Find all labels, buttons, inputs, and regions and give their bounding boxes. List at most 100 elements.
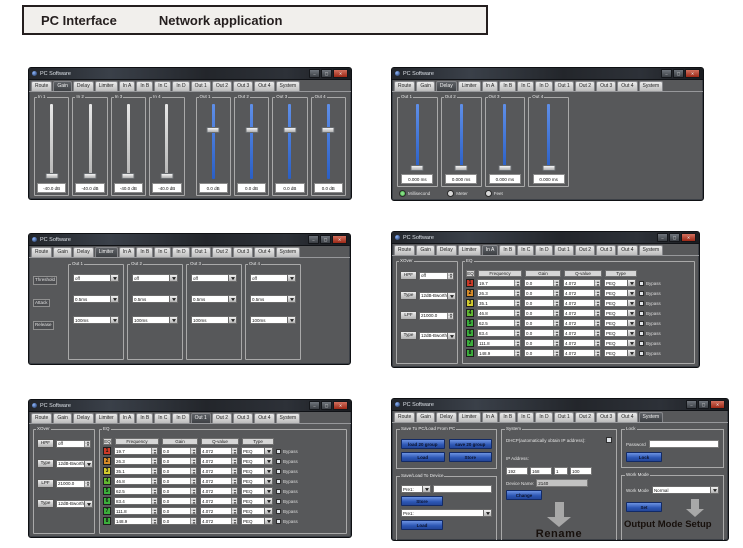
eq-gain-spinner[interactable]: 0.0 — [524, 319, 560, 327]
limiter-release-select[interactable]: 100ms — [132, 316, 178, 324]
title-bar[interactable]: PC Software – ▢ ✕ — [392, 232, 699, 244]
spinner-arrows-icon[interactable] — [553, 310, 559, 316]
tab-system[interactable]: System — [276, 81, 301, 91]
eq-frequency-spinner[interactable]: 148.9 — [477, 349, 521, 357]
spin-down-icon[interactable] — [595, 313, 600, 316]
eq-q-spinner[interactable]: 4.072 — [563, 319, 601, 327]
tab-delay[interactable]: Delay — [73, 247, 94, 257]
dropdown-arrow-icon[interactable] — [84, 461, 92, 467]
spin-down-icon[interactable] — [595, 303, 600, 306]
eq-q-spinner[interactable]: 4.072 — [200, 477, 238, 485]
eq-frequency-spinner[interactable]: 148.9 — [114, 517, 158, 525]
dropdown-arrow-icon[interactable] — [627, 290, 635, 296]
tab-limiter[interactable]: Limiter — [458, 81, 481, 91]
spin-down-icon[interactable] — [595, 283, 600, 286]
bypass-toggle[interactable]: Bypass — [639, 311, 661, 316]
title-bar[interactable]: PC Software – ▢ ✕ — [392, 68, 703, 80]
tab-out-2[interactable]: Out 2 — [212, 247, 232, 257]
dropdown-arrow-icon[interactable] — [169, 317, 177, 323]
spin-down-icon[interactable] — [554, 343, 559, 346]
xover-hpf-spinner[interactable]: off — [419, 272, 454, 280]
password-input[interactable] — [649, 440, 719, 448]
tab-in-d[interactable]: In D — [535, 245, 552, 255]
eq-type-select[interactable]: PEQ — [241, 507, 273, 515]
tab-route[interactable]: Route — [394, 412, 415, 422]
tab-system[interactable]: System — [276, 247, 301, 257]
spinner-arrows-icon[interactable] — [594, 280, 600, 286]
spin-down-icon[interactable] — [152, 501, 157, 504]
spinner-arrows-icon[interactable] — [151, 498, 157, 504]
eq-gain-spinner[interactable]: 0.0 — [161, 507, 197, 515]
dropdown-arrow-icon[interactable] — [264, 488, 272, 494]
spin-down-icon[interactable] — [152, 451, 157, 454]
bypass-toggle[interactable]: Bypass — [639, 291, 661, 296]
xover-lpf-spinner[interactable]: 21000.0 — [419, 312, 454, 320]
dropdown-arrow-icon[interactable] — [287, 275, 295, 281]
dropdown-arrow-icon[interactable] — [627, 340, 635, 346]
bypass-toggle[interactable]: Bypass — [276, 509, 298, 514]
bypass-toggle[interactable]: Bypass — [639, 301, 661, 306]
eq-q-spinner[interactable]: 4.072 — [200, 517, 238, 525]
bypass-toggle[interactable]: Bypass — [639, 331, 661, 336]
maximize-button[interactable]: ▢ — [320, 235, 331, 244]
spinner-arrows-icon[interactable] — [231, 518, 237, 524]
slider-thumb[interactable] — [283, 127, 296, 133]
tab-route[interactable]: Route — [31, 247, 52, 257]
eq-q-spinner[interactable]: 4.072 — [200, 507, 238, 515]
eq-type-select[interactable]: PEQ — [241, 467, 273, 475]
tab-system[interactable]: System — [639, 81, 664, 91]
xover-hpf-button[interactable]: HPF — [37, 439, 54, 448]
spin-down-icon[interactable] — [595, 293, 600, 296]
bypass-checkbox[interactable] — [276, 519, 281, 524]
radio-feet[interactable]: Feet — [485, 190, 503, 197]
spin-down-icon[interactable] — [152, 511, 157, 514]
tab-out-4[interactable]: Out 4 — [617, 81, 637, 91]
spinner-arrows-icon[interactable] — [514, 350, 520, 356]
eq-gain-spinner[interactable]: 0.0 — [161, 487, 197, 495]
spinner-arrows-icon[interactable] — [190, 488, 196, 494]
ip-octet-2[interactable]: 168 — [530, 467, 552, 475]
tab-delay[interactable]: Delay — [73, 81, 94, 91]
tab-out-2[interactable]: Out 2 — [212, 81, 232, 91]
bypass-checkbox[interactable] — [639, 281, 644, 286]
tab-in-c[interactable]: In C — [154, 413, 171, 423]
eq-gain-spinner[interactable]: 0.0 — [161, 457, 197, 465]
dropdown-arrow-icon[interactable] — [228, 275, 236, 281]
maximize-button[interactable]: ▢ — [673, 69, 684, 78]
bypass-toggle[interactable]: Bypass — [276, 459, 298, 464]
tab-limiter[interactable]: Limiter — [95, 247, 118, 257]
minimize-button[interactable]: – — [309, 69, 320, 78]
bypass-checkbox[interactable] — [276, 449, 281, 454]
eq-q-spinner[interactable]: 4.072 — [563, 279, 601, 287]
spinner-arrows-icon[interactable] — [190, 458, 196, 464]
xover-type-select[interactable]: 12dB-Bworth — [56, 500, 93, 508]
preset-load-select[interactable]: Pre1: — [401, 509, 492, 517]
spin-down-icon[interactable] — [191, 491, 196, 494]
spin-down-icon[interactable] — [232, 471, 237, 474]
close-button[interactable]: ✕ — [333, 69, 348, 78]
bypass-toggle[interactable]: Bypass — [639, 321, 661, 326]
bypass-checkbox[interactable] — [276, 489, 281, 494]
close-button[interactable]: ✕ — [685, 69, 700, 78]
eq-type-select[interactable]: PEQ — [604, 319, 636, 327]
tab-out-3[interactable]: Out 3 — [596, 81, 616, 91]
tab-in-c[interactable]: In C — [154, 81, 171, 91]
spin-down-icon[interactable] — [85, 484, 90, 487]
spin-down-icon[interactable] — [85, 444, 90, 447]
device-name-input[interactable]: 2140 — [536, 479, 588, 487]
tab-gain[interactable]: Gain — [416, 81, 435, 91]
eq-gain-spinner[interactable]: 0.0 — [161, 447, 197, 455]
dropdown-arrow-icon[interactable] — [627, 310, 635, 316]
eq-type-select[interactable]: PEQ — [241, 487, 273, 495]
dropdown-arrow-icon[interactable] — [264, 508, 272, 514]
spin-down-icon[interactable] — [448, 316, 453, 319]
eq-frequency-spinner[interactable]: 19.7 — [477, 279, 521, 287]
tab-out-4[interactable]: Out 4 — [254, 413, 274, 423]
spin-down-icon[interactable] — [152, 461, 157, 464]
limiter-attack-select[interactable]: 0.5ms — [191, 295, 237, 303]
tab-out-1[interactable]: Out 1 — [554, 81, 574, 91]
eq-q-spinner[interactable]: 4.072 — [563, 339, 601, 347]
close-button[interactable]: ✕ — [710, 400, 725, 409]
slider-thumb[interactable] — [207, 127, 220, 133]
eq-frequency-spinner[interactable]: 35.1 — [477, 299, 521, 307]
